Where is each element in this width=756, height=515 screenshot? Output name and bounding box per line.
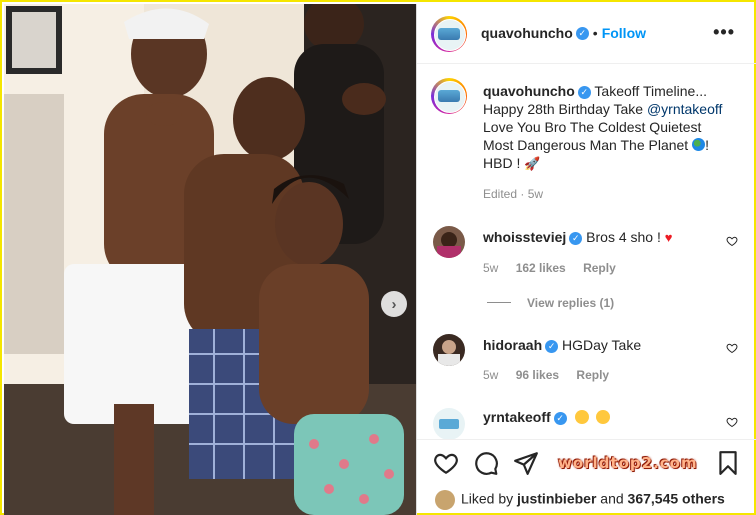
post-modal: › quavohuncho ✓ • Follow ••• quavohuncho ✓ T… — [0, 0, 756, 515]
view-replies-button[interactable]: View replies (1) — [487, 294, 614, 312]
author-line: quavohuncho ✓ • Follow — [481, 25, 646, 43]
watermark-text: worldtop2.com — [558, 454, 698, 472]
comment-like-heart-icon[interactable] — [726, 416, 738, 428]
caption-line4-suffix: ! — [705, 137, 709, 153]
header-separator: • — [592, 25, 598, 41]
comment-avatar[interactable] — [433, 408, 465, 440]
comment-text: Bros 4 sho ! — [586, 229, 665, 245]
globe-emoji-icon — [692, 138, 706, 151]
comment-likes-count[interactable]: 162 likes — [516, 261, 566, 275]
comment-username[interactable]: hidoraah — [483, 337, 542, 353]
comment-item: yrntakeoff ✓ — [483, 408, 723, 426]
caption-line3: Love You Bro The Coldest Quietest — [483, 119, 702, 135]
comment-age: 5w — [483, 261, 499, 275]
caption-line1: Takeoff Timeline... — [594, 83, 707, 99]
likes-count[interactable]: 367,545 others — [628, 491, 725, 507]
comment-avatar[interactable] — [433, 226, 465, 258]
verified-badge-icon: ✓ — [553, 411, 567, 425]
comment-likes-count[interactable]: 96 likes — [516, 368, 559, 382]
verified-badge-icon: ✓ — [545, 339, 559, 353]
verified-badge-icon: ✓ — [577, 85, 591, 99]
action-bar: worldtop2.com — [417, 439, 756, 483]
caption-author-username[interactable]: quavohuncho — [483, 83, 575, 99]
comment-age: 5w — [483, 368, 499, 382]
author-username[interactable]: quavohuncho — [481, 25, 573, 41]
caption: quavohuncho ✓ Takeoff Timeline... Happy 2… — [483, 82, 745, 201]
photo-image — [4, 4, 416, 515]
caption-line5: HBD ! — [483, 155, 525, 171]
verified-badge-icon: ✓ — [575, 27, 589, 41]
like-heart-icon[interactable] — [433, 450, 459, 476]
comment-reply-button[interactable]: Reply — [576, 368, 609, 382]
likes-middle: and — [596, 490, 628, 507]
share-paper-plane-icon[interactable] — [513, 450, 539, 476]
save-bookmark-icon[interactable] — [715, 450, 741, 476]
verified-badge-icon: ✓ — [569, 231, 583, 245]
likes-prefix: Liked by — [461, 490, 518, 507]
comment-like-heart-icon[interactable] — [726, 235, 738, 247]
post-sidebar: quavohuncho ✓ • Follow ••• quavohuncho ✓ Tak… — [416, 4, 756, 515]
caption-author-avatar[interactable] — [431, 78, 467, 114]
more-options-icon[interactable]: ••• — [713, 22, 735, 43]
post-header: quavohuncho ✓ • Follow ••• — [417, 4, 756, 64]
comment-item: hidoraah ✓ HGDay Take 5w 96 likes Reply — [483, 336, 723, 382]
comment-avatar[interactable] — [433, 334, 465, 366]
next-photo-button[interactable]: › — [381, 291, 407, 317]
caption-mention-link[interactable]: @yrntakeoff — [647, 101, 722, 117]
caption-edited-time: Edited · 5w — [483, 187, 544, 201]
likes-summary: Liked by justinbieber and 367,545 others — [435, 490, 725, 510]
face-emoji-icon — [574, 410, 589, 424]
author-avatar[interactable] — [431, 16, 467, 52]
face-emoji-icon — [596, 410, 611, 424]
comment-reply-button[interactable]: Reply — [583, 261, 616, 275]
caption-line2: Happy 28th Birthday Take — [483, 101, 647, 117]
comment-username[interactable]: whoissteviej — [483, 229, 566, 245]
replies-divider — [487, 302, 511, 304]
comment-like-heart-icon[interactable] — [726, 342, 738, 354]
red-heart-emoji-icon: ♥ — [664, 230, 673, 245]
liker-avatar[interactable] — [435, 490, 455, 510]
liker-username[interactable]: justinbieber — [517, 491, 596, 507]
comment-bubble-icon[interactable] — [473, 450, 499, 476]
comment-username[interactable]: yrntakeoff — [483, 409, 551, 425]
chevron-right-icon: › — [391, 295, 397, 313]
comment-item: whoissteviej ✓ Bros 4 sho ! ♥ 5w 162 like… — [483, 228, 723, 275]
rocket-emoji-icon: 🚀 — [524, 156, 541, 171]
post-photo[interactable]: › — [4, 4, 416, 515]
caption-line4: Most Dangerous Man The Planet — [483, 137, 693, 153]
comment-text: HGDay Take — [562, 337, 642, 353]
view-replies-label[interactable]: View replies (1) — [527, 296, 614, 310]
follow-button[interactable]: Follow — [602, 25, 646, 41]
